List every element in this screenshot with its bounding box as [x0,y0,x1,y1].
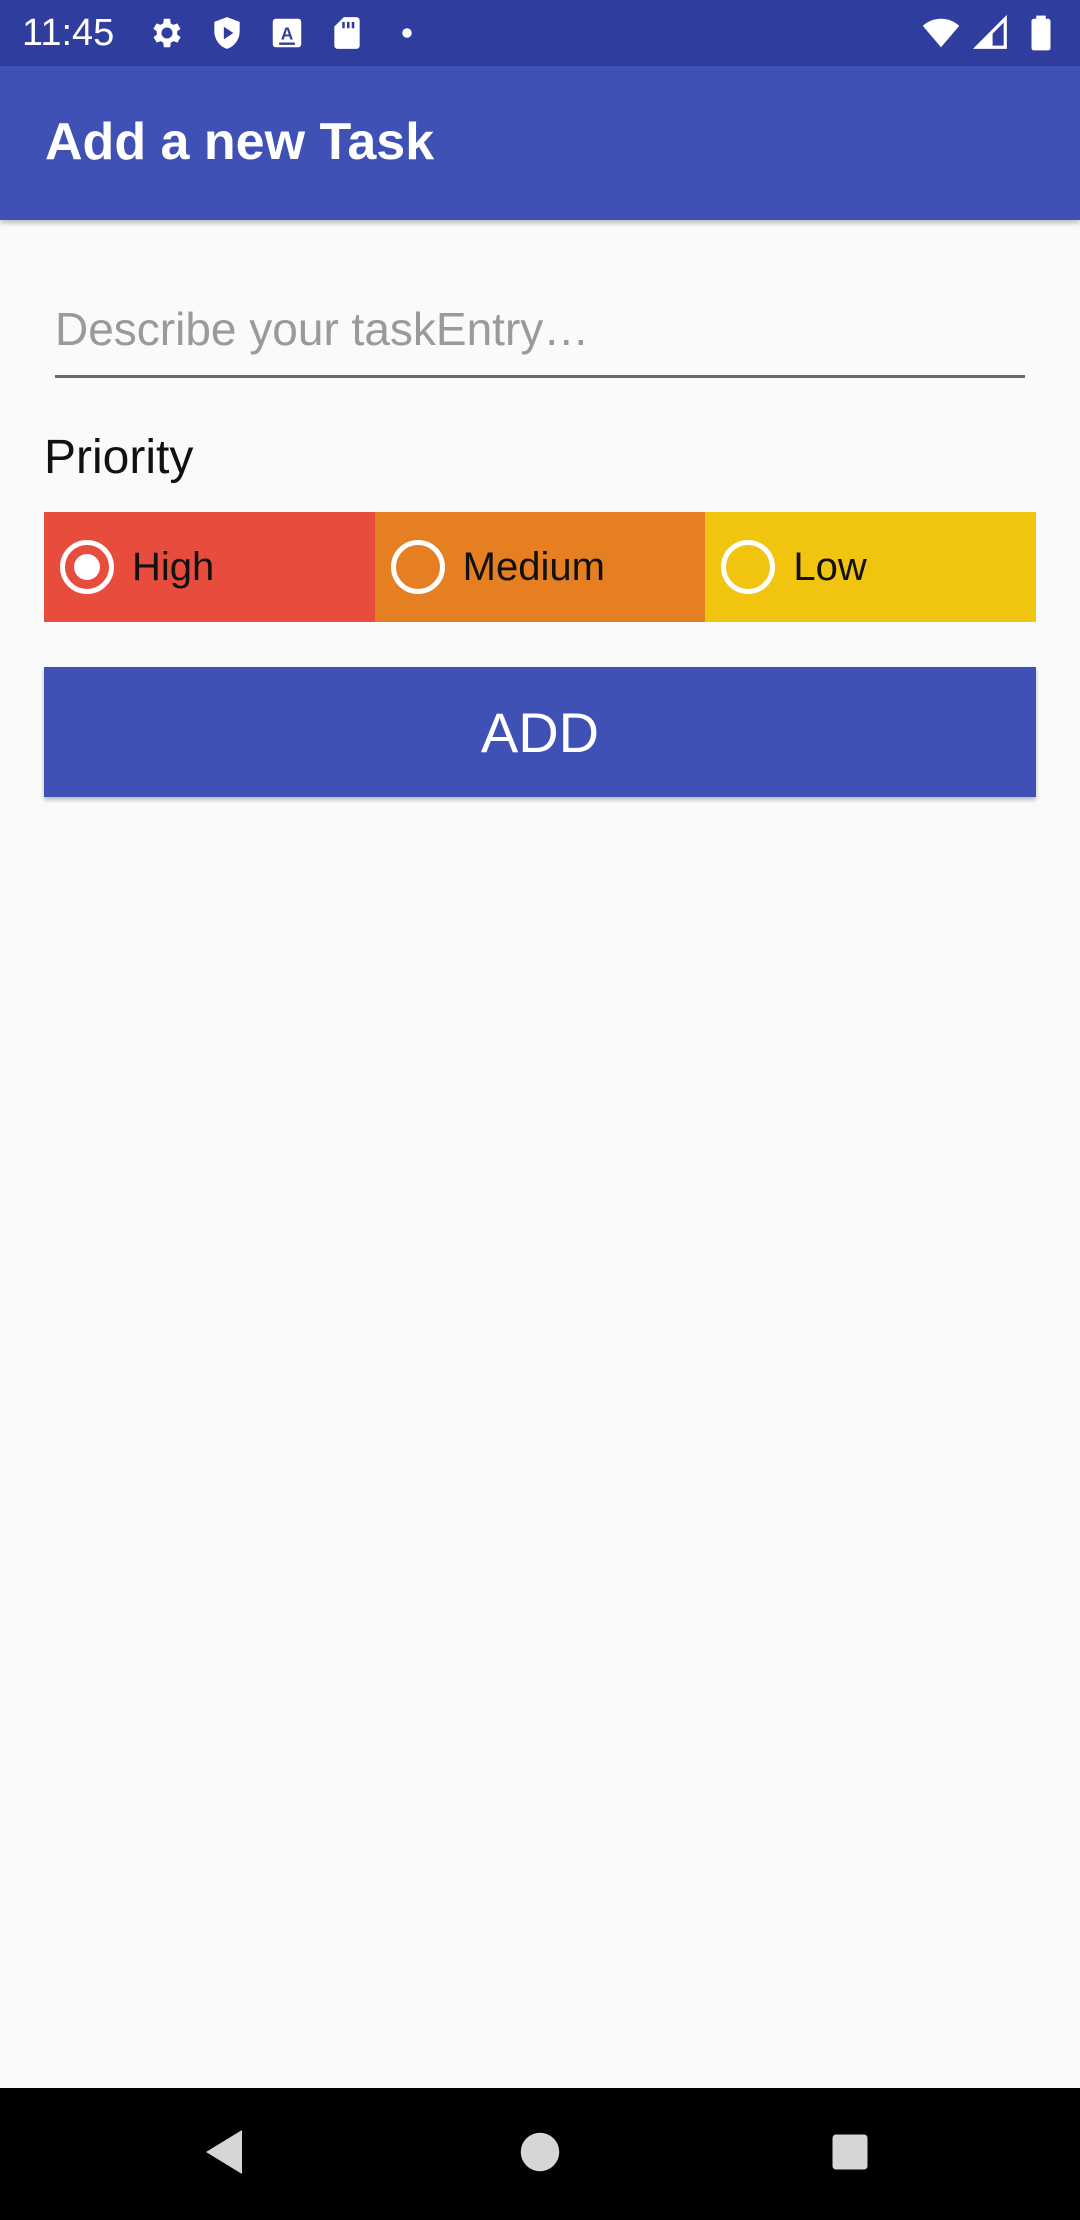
svg-text:A: A [281,23,294,43]
home-icon [519,2131,561,2178]
dot-icon [388,14,426,52]
recents-icon [829,2131,871,2178]
radio-unchecked-icon[interactable] [390,540,445,594]
priority-label: Priority [44,431,194,484]
signal-icon [972,14,1010,52]
recents-button[interactable] [790,2088,910,2220]
priority-radio-group: High Medium Low [44,512,1037,622]
radio-checked-icon[interactable] [60,540,114,594]
radio-unchecked-icon[interactable] [721,540,776,594]
screen: 11:45 A Add a new Task Describe your tas… [0,0,1080,2220]
priority-medium-label: Medium [462,544,605,589]
page-title: Add a new Task [45,113,435,171]
wifi-icon [922,14,960,52]
back-button[interactable] [166,2088,286,2220]
priority-high-label: High [132,544,215,589]
status-icons-left: A [148,14,448,52]
status-icons-right [910,14,1060,52]
add-button[interactable]: ADD [44,667,1036,797]
priority-high-option[interactable]: High [44,512,375,622]
gear-icon [148,14,186,52]
navigation-bar [0,2088,1080,2220]
priority-low-label: Low [793,544,867,589]
sd-card-icon [328,14,366,52]
app-bar: Add a new Task [0,66,1080,220]
back-icon [202,2126,250,2183]
home-button[interactable] [480,2088,600,2220]
status-time: 11:45 [22,12,115,54]
task-description-input[interactable] [55,282,1025,378]
status-bar: 11:45 A [0,0,1080,66]
priority-medium-option[interactable]: Medium [374,512,706,622]
battery-icon [1022,14,1060,52]
shield-icon [208,14,246,52]
priority-low-option[interactable]: Low [705,512,1037,622]
a-icon: A [268,14,306,52]
